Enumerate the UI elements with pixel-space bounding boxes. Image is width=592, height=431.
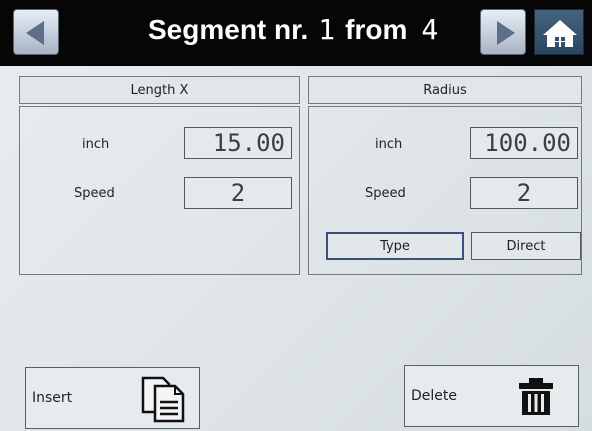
radius-speed-field[interactable]: 2	[470, 177, 578, 209]
length-x-header: Length X	[19, 76, 300, 104]
previous-segment-button[interactable]	[13, 9, 59, 55]
length-x-panel: Length X inch 15.00 Speed 2	[19, 76, 300, 276]
delete-button[interactable]: Delete	[404, 365, 579, 427]
type-button[interactable]: Type	[326, 232, 464, 260]
document-icon	[141, 376, 185, 423]
insert-button[interactable]: Insert	[25, 367, 200, 429]
length-speed-field[interactable]: 2	[184, 177, 292, 209]
arrow-right-icon	[497, 21, 515, 45]
length-x-box: inch 15.00 Speed 2	[19, 106, 300, 275]
trash-icon	[519, 378, 553, 415]
radius-box: inch 100.00 Speed 2 Type Direct	[308, 106, 582, 275]
segment-current: 1	[318, 13, 336, 46]
home-icon	[543, 20, 577, 47]
title-prefix: Segment nr.	[148, 14, 309, 45]
segment-total: 4	[421, 13, 439, 46]
delete-label: Delete	[411, 388, 457, 404]
arrow-left-icon	[26, 21, 44, 45]
radius-header: Radius	[308, 76, 582, 104]
radius-speed-label: Speed	[365, 186, 406, 201]
next-segment-button[interactable]	[480, 9, 526, 55]
content-area: Length X inch 15.00 Speed 2 Radius inch …	[0, 66, 592, 431]
length-speed-label: Speed	[74, 186, 115, 201]
radius-value-field[interactable]: 100.00	[470, 127, 578, 159]
radius-unit-label: inch	[375, 137, 403, 152]
direct-button[interactable]: Direct	[471, 232, 581, 260]
screen: Segment nr. 1 from 4 Length X inch 15.00…	[0, 0, 592, 431]
page-title: Segment nr. 1 from 4	[148, 13, 438, 53]
title-from: from	[345, 14, 408, 45]
header-bar: Segment nr. 1 from 4	[0, 0, 592, 66]
length-unit-label: inch	[82, 137, 110, 152]
insert-label: Insert	[32, 390, 73, 406]
radius-panel: Radius inch 100.00 Speed 2 Type Direct	[308, 76, 582, 276]
home-button[interactable]	[534, 9, 584, 55]
length-value-field[interactable]: 15.00	[184, 127, 292, 159]
